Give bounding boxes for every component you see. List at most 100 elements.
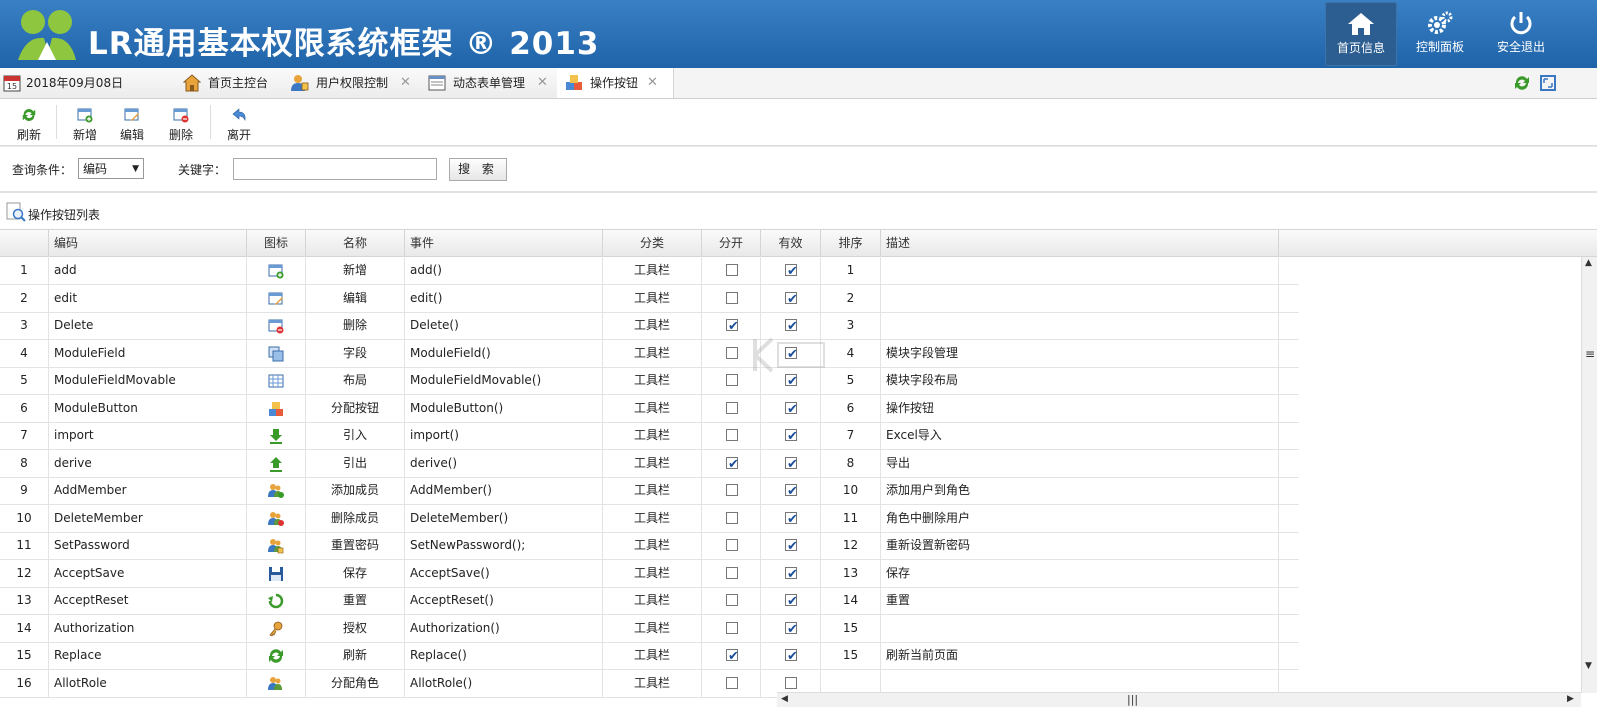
split-checkbox-cell (702, 531, 761, 559)
header-category[interactable]: 分类 (603, 230, 702, 256)
split-checkbox[interactable] (726, 429, 738, 441)
split-checkbox[interactable]: ✔ (726, 456, 739, 471)
header-valid[interactable]: 有效 (761, 230, 821, 256)
row-name: 重置 (306, 586, 405, 614)
split-checkbox[interactable] (726, 539, 738, 551)
split-checkbox[interactable]: ✔ (726, 649, 739, 664)
table-row[interactable]: 15 Replace 刷新 Replace() 工具栏 ✔ ✔ 15 刷新当前页面 (0, 641, 1299, 670)
scroll-left-icon[interactable]: ◀ (781, 694, 788, 704)
valid-checkbox[interactable]: ✔ (785, 621, 798, 636)
nav-control-panel[interactable]: 控制面板 (1405, 2, 1475, 64)
valid-checkbox[interactable]: ✔ (785, 291, 798, 306)
table-row[interactable]: 13 AcceptReset 重置 AcceptReset() 工具栏 ✔ 14 重置 (0, 586, 1299, 615)
split-checkbox[interactable] (726, 401, 738, 414)
row-desc: 重置 (881, 586, 1279, 614)
fullscreen-icon[interactable] (1540, 75, 1556, 91)
valid-checkbox[interactable]: ✔ (785, 539, 798, 553)
horizontal-scrollbar[interactable]: ◀ ||| ▶ (777, 692, 1581, 707)
tab-home-console[interactable]: 首页主控台 (175, 68, 289, 98)
vertical-scrollbar[interactable]: ▲ ≡ ▼ (1581, 257, 1597, 693)
table-row[interactable]: 5 ModuleFieldMovable 布局 ModuleFieldMovable(… (0, 366, 1299, 395)
checkmark-icon: ✔ (787, 594, 798, 609)
table-row[interactable]: 10 DeleteMember 删除成员 DeleteMember() 工具栏 ✔ 11 角色… (0, 503, 1299, 533)
split-checkbox[interactable] (726, 484, 738, 496)
table-row[interactable]: 7 import 引入 import() 工具栏 ✔ 7 Excel导入 (0, 421, 1299, 450)
table-row[interactable]: 4 ModuleField 字段 ModuleField() 工具栏 ✔ 4 模块字段管理 (0, 338, 1299, 368)
header-split[interactable]: 分开 (702, 230, 761, 256)
scroll-thumb-grip-icon[interactable]: ≡ (1585, 347, 1595, 361)
header-event[interactable]: 事件 (405, 230, 603, 256)
nav-logout[interactable]: 安全退出 (1486, 2, 1556, 64)
valid-checkbox[interactable]: ✔ (785, 649, 798, 663)
header-code[interactable]: 编码 (49, 230, 247, 256)
valid-checkbox[interactable]: ✔ (785, 511, 798, 526)
add-button[interactable]: 新增 (63, 105, 107, 143)
split-checkbox[interactable] (726, 594, 738, 606)
split-checkbox[interactable] (726, 511, 738, 524)
split-checkbox[interactable] (726, 291, 738, 304)
valid-checkbox[interactable]: ✔ (785, 401, 798, 416)
header-description[interactable]: 描述 (881, 230, 1279, 256)
tab-operation-button-close-icon[interactable]: ✕ (647, 68, 658, 98)
tab-user-permission-close-icon[interactable]: ✕ (400, 68, 411, 98)
refresh-button[interactable]: 刷新 (7, 105, 51, 143)
tab-dynamic-form[interactable]: 动态表单管理 ✕ (420, 68, 563, 98)
row-desc (881, 311, 1279, 339)
refresh-tabs-icon[interactable] (1513, 75, 1531, 91)
row-event: ModuleField() (405, 338, 603, 367)
valid-checkbox[interactable]: ✔ (785, 264, 798, 278)
table-row[interactable]: 6 ModuleButton 分配按钮 ModuleButton() 工具栏 ✔ 6 操作按钮 (0, 393, 1299, 423)
leave-button[interactable]: 离开 (217, 105, 261, 143)
row-sort: 8 (821, 448, 881, 477)
split-checkbox[interactable] (726, 566, 738, 579)
table-row[interactable]: 14 Authorization 授权 Authorization() 工具栏 ✔ 15 (0, 613, 1299, 643)
table-row[interactable]: 12 AcceptSave 保存 AcceptSave() 工具栏 ✔ 13 保存 (0, 558, 1299, 588)
keyword-input[interactable] (233, 158, 437, 180)
nav-home[interactable]: 首页信息 (1325, 2, 1397, 66)
scroll-right-icon[interactable]: ▶ (1567, 694, 1574, 704)
table-row[interactable]: 8 derive 引出 derive() 工具栏 ✔ ✔ 8 导出 (0, 448, 1299, 478)
split-checkbox[interactable] (726, 374, 738, 386)
split-checkbox[interactable]: ✔ (726, 319, 739, 333)
valid-checkbox[interactable]: ✔ (785, 456, 798, 471)
table-row[interactable]: 3 Delete 删除 Delete() 工具栏 ✔ ✔ 3 (0, 311, 1299, 340)
valid-checkbox[interactable]: ✔ (785, 374, 798, 388)
row-n: 12 (0, 558, 49, 587)
table-row[interactable]: 9 AddMember 添加成员 AddMember() 工具栏 ✔ 10 添加用户到角色 (0, 476, 1299, 505)
scroll-up-icon[interactable]: ▲ (1585, 258, 1592, 268)
table-row[interactable]: 1 add 新增 add() 工具栏 ✔ 1 (0, 256, 1299, 285)
valid-checkbox[interactable]: ✔ (785, 429, 798, 443)
valid-checkbox-cell: ✔ (761, 448, 821, 477)
tab-bar: 15 2018年09月08日 15:07:41 首页主控台 用户权限控制 ✕ 动… (0, 68, 1597, 120)
search-button[interactable]: 搜 索 (449, 158, 507, 181)
header-sort[interactable]: 排序 (821, 230, 881, 256)
condition-select[interactable]: 编码 ▼ (78, 158, 144, 179)
valid-checkbox[interactable]: ✔ (785, 566, 798, 581)
split-checkbox[interactable] (726, 346, 738, 359)
scroll-down-icon[interactable]: ▼ (1585, 661, 1592, 671)
valid-checkbox[interactable] (785, 676, 797, 689)
header-name[interactable]: 名称 (306, 230, 405, 256)
split-checkbox[interactable] (726, 621, 738, 634)
valid-checkbox[interactable]: ✔ (785, 484, 798, 498)
delete-icon (268, 316, 284, 334)
toolbar-separator (210, 105, 211, 139)
edit-button[interactable]: 编辑 (110, 105, 154, 143)
valid-checkbox[interactable]: ✔ (785, 319, 798, 333)
tab-dynamic-form-close-icon[interactable]: ✕ (537, 68, 548, 98)
tab-user-permission[interactable]: 用户权限控制 ✕ (283, 68, 426, 98)
tab-operation-button[interactable]: 操作按钮 ✕ (557, 68, 674, 98)
table-row[interactable]: 11 SetPassword 重置密码 SetNewPassword(); 工具栏 ✔ 12… (0, 531, 1299, 560)
delete-button[interactable]: 删除 (159, 105, 203, 143)
toolbar: 刷新 新增 编辑 删除 离开 (0, 99, 1597, 146)
scroll-hthumb-grip-icon[interactable]: ||| (1127, 693, 1138, 706)
split-checkbox[interactable] (726, 676, 738, 689)
row-name: 添加成员 (306, 476, 405, 504)
table-row[interactable]: 2 edit 编辑 edit() 工具栏 ✔ 2 (0, 283, 1299, 313)
split-checkbox[interactable] (726, 264, 738, 276)
checkmark-icon: ✔ (728, 649, 739, 664)
header-icon[interactable]: 图标 (247, 230, 306, 256)
row-n: 9 (0, 476, 49, 504)
valid-checkbox[interactable]: ✔ (785, 594, 798, 609)
row-cat: 工具栏 (603, 503, 702, 532)
